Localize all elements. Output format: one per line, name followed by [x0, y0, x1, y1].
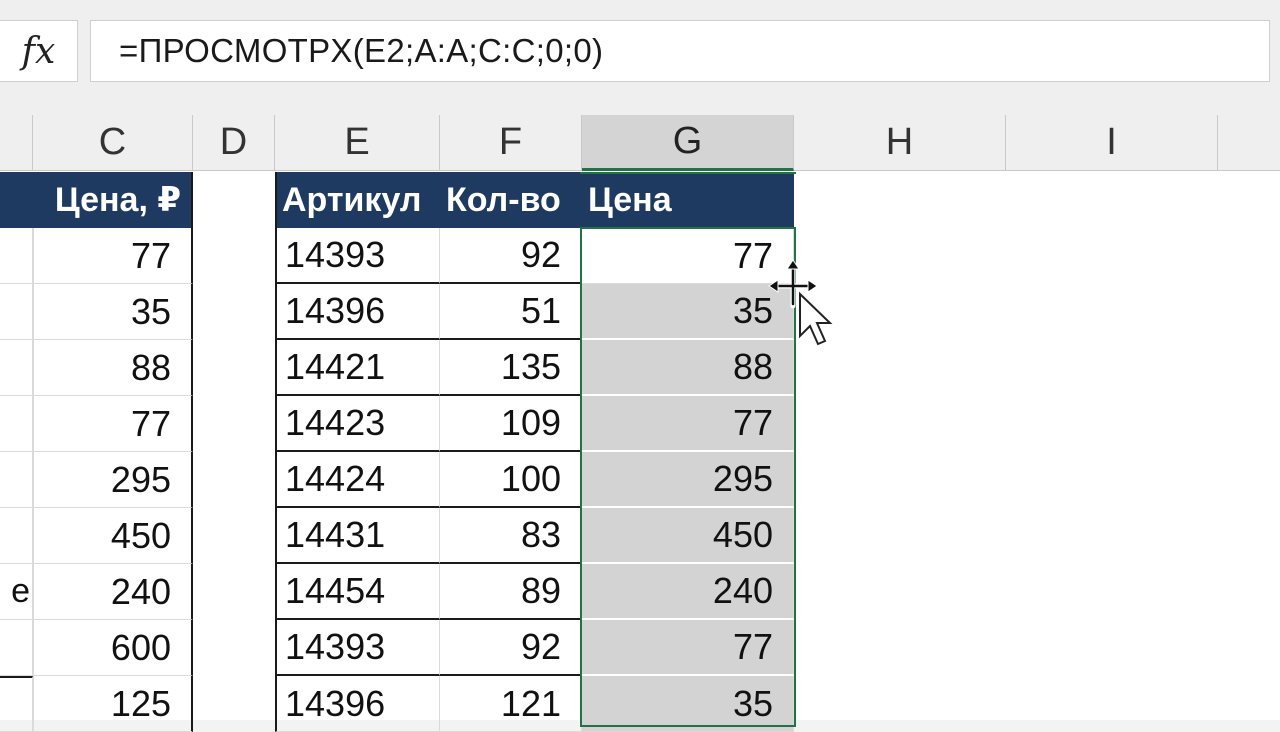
- cell-f8[interactable]: 89: [440, 564, 582, 620]
- col-header-f[interactable]: F: [440, 115, 582, 171]
- col-header-c[interactable]: C: [33, 115, 193, 171]
- right-table-header-price[interactable]: Цена: [582, 172, 794, 228]
- cell-g6[interactable]: 295: [582, 452, 794, 508]
- cell-e9[interactable]: 14393: [275, 620, 440, 676]
- fx-button[interactable]: fx: [0, 20, 78, 82]
- cell-c5[interactable]: 77: [33, 396, 193, 452]
- selection-header-top-edge: [580, 172, 796, 174]
- left-table-header-b[interactable]: [0, 172, 33, 228]
- cell-f3[interactable]: 51: [440, 284, 582, 340]
- cell-c8[interactable]: 240: [33, 564, 193, 620]
- cell-e5[interactable]: 14423: [275, 396, 440, 452]
- cell-g2-active[interactable]: 77: [582, 228, 794, 284]
- cell-g3[interactable]: 35: [582, 284, 794, 340]
- cell-g8[interactable]: 240: [582, 564, 794, 620]
- cell-c7[interactable]: 450: [33, 508, 193, 564]
- cell-e3[interactable]: 14396: [275, 284, 440, 340]
- cell-c9[interactable]: 600: [33, 620, 193, 676]
- cell-g10[interactable]: 35: [582, 676, 794, 732]
- cell-f10[interactable]: 121: [440, 676, 582, 732]
- col-header-i[interactable]: I: [1006, 115, 1218, 171]
- cell-e6[interactable]: 14424: [275, 452, 440, 508]
- cell-b2[interactable]: [0, 228, 33, 284]
- cell-b5[interactable]: [0, 396, 33, 452]
- formula-input[interactable]: =ПРОСМОТРX(E2;A:A;C:C;0;0): [90, 20, 1270, 82]
- cell-b7[interactable]: [0, 508, 33, 564]
- cell-f2[interactable]: 92: [440, 228, 582, 284]
- move-cursor-icon: [768, 259, 833, 346]
- cell-b10[interactable]: [0, 676, 33, 732]
- cell-f5[interactable]: 109: [440, 396, 582, 452]
- cell-e7[interactable]: 14431: [275, 508, 440, 564]
- col-header-g[interactable]: G: [582, 115, 794, 171]
- left-table-header-price[interactable]: Цена, ₽: [33, 172, 193, 228]
- cell-f9[interactable]: 92: [440, 620, 582, 676]
- cell-e4[interactable]: 14421: [275, 340, 440, 396]
- cell-b4[interactable]: [0, 340, 33, 396]
- cell-c6[interactable]: 295: [33, 452, 193, 508]
- cell-e10[interactable]: 14396: [275, 676, 440, 732]
- cell-b6[interactable]: [0, 452, 33, 508]
- cell-g7[interactable]: 450: [582, 508, 794, 564]
- right-table-header-qty[interactable]: Кол-во: [440, 172, 582, 228]
- col-header-h[interactable]: H: [794, 115, 1006, 171]
- cell-f7[interactable]: 83: [440, 508, 582, 564]
- right-table-header-article[interactable]: Артикул: [275, 172, 440, 228]
- col-header-e[interactable]: E: [275, 115, 440, 171]
- cell-b9[interactable]: [0, 620, 33, 676]
- cell-b8[interactable]: e: [0, 564, 33, 620]
- cell-f4[interactable]: 135: [440, 340, 582, 396]
- col-header-j-partial[interactable]: [1218, 115, 1280, 171]
- cell-b3[interactable]: [0, 284, 33, 340]
- cell-c2[interactable]: 77: [33, 228, 193, 284]
- cell-c4[interactable]: 88: [33, 340, 193, 396]
- worksheet-grid[interactable]: C D E F G H I Цена, ₽ Артикул Кол-во Цен…: [0, 115, 1280, 732]
- col-header-d[interactable]: D: [193, 115, 275, 171]
- cell-e8[interactable]: 14454: [275, 564, 440, 620]
- cell-f6[interactable]: 100: [440, 452, 582, 508]
- cell-c10[interactable]: 125: [33, 676, 193, 732]
- cell-g4[interactable]: 88: [582, 340, 794, 396]
- formula-bar: fx =ПРОСМОТРX(E2;A:A;C:C;0;0): [0, 0, 1280, 115]
- col-header-b-partial[interactable]: [0, 115, 33, 171]
- cell-g5[interactable]: 77: [582, 396, 794, 452]
- arrow-pointer-icon: [799, 291, 833, 346]
- cell-c3[interactable]: 35: [33, 284, 193, 340]
- cell-g9[interactable]: 77: [582, 620, 794, 676]
- cell-e2[interactable]: 14393: [275, 228, 440, 284]
